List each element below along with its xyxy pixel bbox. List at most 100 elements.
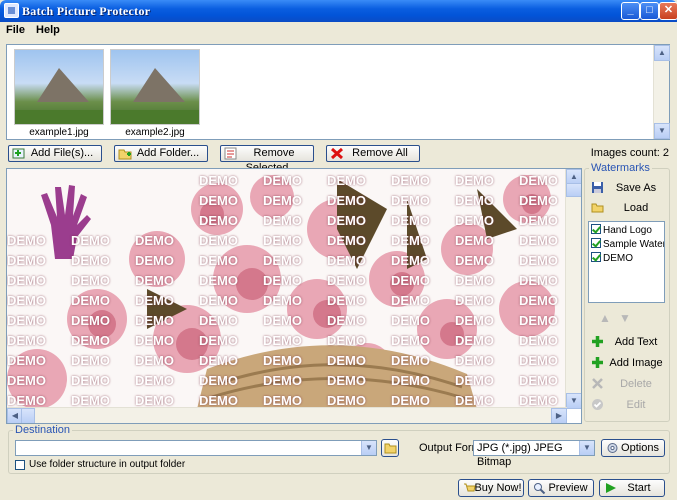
delete-label: Delete: [620, 378, 652, 390]
demo-watermark-text: DEMO: [71, 273, 110, 288]
add-files-button[interactable]: Add File(s)...: [8, 145, 102, 162]
scroll-right-icon[interactable]: ▶: [551, 408, 567, 423]
demo-watermark-text: DEMO: [519, 213, 558, 228]
watermark-list-item[interactable]: Sample Watermark: [591, 238, 664, 250]
demo-watermark-text: DEMO: [263, 313, 302, 328]
menu-help[interactable]: Help: [32, 22, 64, 38]
options-button[interactable]: Options: [601, 439, 665, 457]
demo-watermark-text: DEMO: [71, 373, 110, 388]
add-file-icon: [12, 148, 25, 159]
images-count: Images count: 2: [590, 147, 669, 159]
destination-legend: Destination: [13, 424, 73, 436]
save-as-button[interactable]: Save As: [589, 179, 667, 197]
demo-watermark-text: DEMO: [455, 313, 494, 328]
demo-watermark-text: DEMO: [71, 333, 110, 348]
demo-watermark-text: DEMO: [135, 373, 174, 388]
load-label: Load: [623, 202, 649, 214]
scroll-up-icon[interactable]: ▲: [654, 45, 670, 61]
minimize-button[interactable]: _: [621, 2, 640, 20]
watermark-item-label: DEMO: [603, 253, 633, 264]
demo-watermark-text: DEMO: [519, 293, 558, 308]
buy-now-button[interactable]: Buy Now!: [458, 479, 524, 497]
demo-watermark-text: DEMO: [327, 173, 366, 188]
demo-watermark-text: DEMO: [391, 393, 430, 408]
demo-watermark-text: DEMO: [199, 353, 238, 368]
move-down-icon[interactable]: ▼: [619, 311, 631, 325]
demo-watermark-text: DEMO: [263, 193, 302, 208]
browse-folder-button[interactable]: [381, 439, 399, 457]
add-image-button[interactable]: Add Image: [589, 354, 667, 372]
scroll-thumb[interactable]: [566, 183, 581, 197]
add-folder-button[interactable]: Add Folder...: [114, 145, 208, 162]
demo-watermark-text: DEMO: [71, 253, 110, 268]
demo-watermark-text: DEMO: [263, 273, 302, 288]
remove-selected-icon: [224, 147, 237, 160]
demo-watermark-text: DEMO: [71, 353, 110, 368]
gear-icon: [607, 443, 618, 453]
remove-all-button[interactable]: Remove All: [326, 145, 420, 162]
scroll-thumb[interactable]: [21, 408, 35, 423]
demo-watermark-text: DEMO: [391, 313, 430, 328]
demo-watermark-text: DEMO: [391, 333, 430, 348]
output-format-combo[interactable]: JPG (*.jpg) JPEG Bitmap ▼: [473, 440, 595, 468]
watermark-list[interactable]: Hand Logo Sample Watermark DEMO: [588, 221, 665, 303]
demo-watermark-text: DEMO: [7, 333, 46, 348]
save-as-label: Save As: [615, 182, 657, 194]
demo-watermark-text: DEMO: [7, 293, 46, 308]
demo-watermark-text: DEMO: [455, 393, 494, 408]
start-button[interactable]: Start: [599, 479, 665, 497]
move-up-icon[interactable]: ▲: [599, 311, 611, 325]
scroll-down-icon[interactable]: ▼: [566, 393, 581, 409]
preview-button[interactable]: Preview: [528, 479, 594, 497]
demo-watermark-text: DEMO: [263, 173, 302, 188]
watermark-checkbox[interactable]: [591, 252, 601, 262]
delete-x-icon: [330, 147, 344, 160]
folder-structure-label: Use folder structure in output folder: [29, 459, 186, 470]
watermark-checkbox[interactable]: [591, 224, 601, 234]
remove-selected-button[interactable]: Remove Selected: [220, 145, 314, 174]
delete-button[interactable]: Delete: [589, 375, 667, 393]
watermark-item-label: Hand Logo: [603, 225, 652, 236]
demo-watermark-text: DEMO: [7, 313, 46, 328]
chevron-down-icon[interactable]: ▼: [361, 441, 376, 455]
demo-watermark-text: DEMO: [519, 253, 558, 268]
load-button[interactable]: Load: [589, 199, 667, 217]
demo-watermark-text: DEMO: [71, 393, 110, 408]
preview-vscrollbar[interactable]: ▲ ▼: [565, 169, 581, 409]
app-icon: [4, 3, 19, 18]
demo-watermark-text: DEMO: [327, 293, 366, 308]
maximize-button[interactable]: □: [640, 2, 659, 20]
demo-watermark-text: DEMO: [327, 213, 366, 228]
folder-structure-checkbox[interactable]: [15, 460, 25, 470]
preview-hscrollbar[interactable]: ◀ ▶: [7, 407, 567, 423]
thumbnail-item[interactable]: example1.jpg: [13, 49, 105, 139]
magnifier-icon: [534, 483, 546, 494]
watermark-list-item[interactable]: Hand Logo: [591, 224, 664, 236]
demo-watermark-text: DEMO: [455, 253, 494, 268]
demo-watermark-text: DEMO: [199, 313, 238, 328]
add-text-button[interactable]: Add Text: [589, 333, 667, 351]
demo-watermark-text: DEMO: [135, 273, 174, 288]
thumbnail-image: [110, 49, 200, 125]
scroll-down-icon[interactable]: ▼: [654, 123, 670, 139]
chevron-down-icon[interactable]: ▼: [579, 441, 594, 455]
demo-watermark-text: DEMO: [263, 353, 302, 368]
close-button[interactable]: ✕: [659, 2, 677, 20]
add-text-label: Add Text: [614, 336, 658, 348]
thumbnail-item[interactable]: example2.jpg: [109, 49, 201, 139]
edit-button[interactable]: Edit: [589, 396, 667, 414]
thumbnail-scrollbar[interactable]: ▲ ▼: [653, 45, 670, 139]
demo-watermark-text: DEMO: [199, 393, 238, 408]
demo-watermark-text: DEMO: [263, 213, 302, 228]
watermark-checkbox[interactable]: [591, 238, 601, 248]
window-title: Batch Picture Protector: [22, 4, 151, 18]
demo-watermark-text: DEMO: [455, 213, 494, 228]
demo-watermark-text: DEMO: [519, 313, 558, 328]
thumbnail-list[interactable]: example1.jpg example2.jpg ▲ ▼: [6, 44, 670, 140]
watermark-list-item[interactable]: DEMO: [591, 252, 664, 264]
menu-file[interactable]: File: [2, 22, 29, 38]
demo-watermark-text: DEMO: [391, 293, 430, 308]
image-preview[interactable]: DEMO DEMO DEMO DEMO DEMO DEMO DEMO DEMO DEMO DEMO…: [6, 168, 582, 424]
demo-watermark-text: DEMO: [263, 233, 302, 248]
destination-path-combo[interactable]: ▼: [15, 440, 377, 456]
